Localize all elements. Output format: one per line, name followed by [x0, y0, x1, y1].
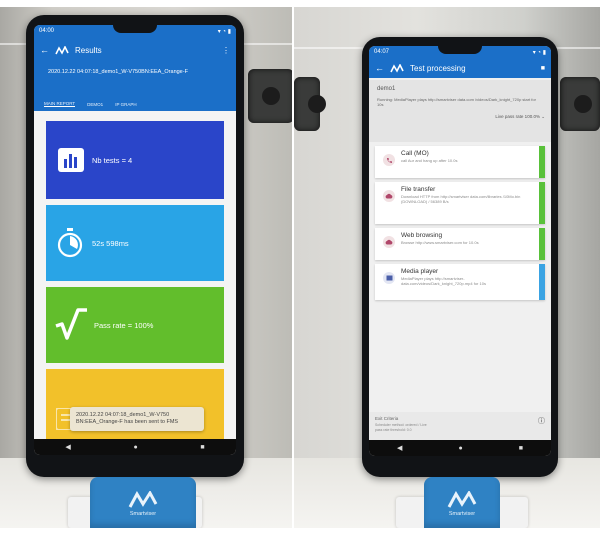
tile-report[interactable] — [46, 369, 224, 443]
status-bar-indicator — [539, 146, 545, 178]
cloud-icon — [383, 190, 395, 202]
back-arrow-icon[interactable]: ← — [375, 63, 384, 73]
smartviser-dock: Smartviser — [90, 477, 196, 528]
dock-brand-text: Smartviser — [129, 511, 157, 517]
app-title: Test processing — [410, 63, 466, 73]
footer-text: Scheduler method: ordered / Live pass ra… — [375, 423, 427, 432]
bar-chart-icon — [58, 148, 84, 172]
status-time: 04:00 — [39, 28, 55, 34]
task-card[interactable]: Media player MediaPlayer plays http://sm… — [375, 264, 545, 300]
wall-socket — [560, 77, 600, 131]
chevron-down-icon[interactable]: ⌄ — [541, 114, 545, 119]
status-time: 04:07 — [374, 49, 390, 55]
left-photo: 04:00 ▾ ◔ ▮ ← Results ⋮ 2020.12.22 04:07… — [0, 7, 292, 528]
smartviser-dock: Smartviser — [424, 477, 500, 528]
nav-home-icon[interactable]: ● — [133, 444, 137, 451]
result-subtitle: 2020.12.22 04:07:18_demo1_W-V750BN:EEA_O… — [48, 69, 188, 75]
info-icon[interactable]: ⓘ — [538, 416, 545, 426]
right-phone: 04:07 ▾ ◔ ▮ ← Test processing ■ demo1 Ru… — [362, 37, 558, 477]
tile-nb-tests[interactable]: Nb tests = 4 — [46, 121, 224, 199]
task-title: Call (MO) — [401, 150, 429, 157]
running-text: Running: MediaPlayer plays http://smartv… — [377, 97, 536, 107]
more-menu-icon[interactable]: ⋮ — [222, 46, 230, 55]
stop-icon[interactable]: ■ — [541, 65, 545, 72]
tile-label: Pass rate = 100% — [94, 320, 154, 330]
status-bar-indicator — [539, 182, 545, 224]
task-title: Web browsing — [401, 232, 443, 239]
status-bar-indicator — [539, 264, 545, 300]
sent-toast: 2020.12.22 04:07:18_demo1_W-V750 BN:EEA_… — [70, 407, 204, 431]
phone-icon — [383, 154, 395, 166]
right-app-bar: ← Test processing ■ — [369, 58, 551, 78]
status-icons: ▾ ◔ ▮ — [532, 49, 546, 56]
android-nav-bar: ◀ ● ■ — [369, 440, 551, 456]
right-photo: 04:07 ▾ ◔ ▮ ← Test processing ■ demo1 Ru… — [294, 7, 600, 528]
wall-socket — [294, 77, 326, 131]
nav-back-icon[interactable]: ◀ — [397, 444, 402, 452]
campaign-panel: demo1 Running: MediaPlayer plays http://… — [369, 80, 551, 142]
nav-recents-icon[interactable]: ■ — [200, 444, 204, 451]
left-phone-screen: 04:00 ▾ ◔ ▮ ← Results ⋮ 2020.12.22 04:07… — [34, 25, 236, 455]
stopwatch-icon — [57, 228, 83, 258]
tab-main-report[interactable]: MAIN REPORT — [44, 101, 76, 107]
nav-recents-icon[interactable]: ■ — [519, 445, 523, 452]
tile-label: 52s 598ms — [92, 238, 129, 248]
task-card[interactable]: File transfer Download HTTP from http://… — [375, 182, 545, 224]
left-app-bar: ← Results ⋮ — [34, 39, 236, 61]
right-phone-screen: 04:07 ▾ ◔ ▮ ← Test processing ■ demo1 Ru… — [369, 46, 551, 456]
tab-demo1[interactable]: DEMO1 — [87, 102, 103, 107]
task-title: File transfer — [401, 186, 436, 193]
task-title: Media player — [401, 268, 439, 275]
nav-back-icon[interactable]: ◀ — [65, 443, 70, 451]
campaign-name: demo1 — [377, 86, 396, 92]
live-pass-rate: Live pass rate 100.0% ⌄ — [495, 114, 545, 120]
dock-brand-text: Smartviser — [448, 511, 476, 517]
status-icons: ▾ ◔ ▮ — [217, 28, 231, 35]
wall-socket — [248, 69, 292, 123]
smartviser-logo-icon — [55, 45, 69, 55]
smartviser-logo-icon — [390, 63, 404, 73]
dock-logo-icon — [128, 491, 158, 508]
tile-pass-rate[interactable]: Pass rate = 100% — [46, 287, 224, 363]
task-card[interactable]: Web browsing Browse http://www.smartvise… — [375, 228, 545, 260]
dock-logo-icon — [447, 491, 477, 508]
tab-bar: MAIN REPORT DEMO1 IP GRAPH — [34, 97, 236, 111]
task-card[interactable]: Call (MO) call Aur and hang up after 10.… — [375, 146, 545, 178]
status-bar-indicator — [539, 228, 545, 260]
exit-criteria-footer: Exit Criteria Scheduler method: ordered … — [369, 412, 551, 440]
task-desc: Browse http://www.smartviser.com for 10.… — [401, 240, 479, 245]
media-icon — [383, 272, 395, 284]
back-arrow-icon[interactable]: ← — [40, 45, 49, 55]
camera-notch — [113, 25, 157, 33]
app-title: Results — [75, 45, 102, 55]
left-phone: 04:00 ▾ ◔ ▮ ← Results ⋮ 2020.12.22 04:07… — [26, 15, 244, 477]
nav-home-icon[interactable]: ● — [458, 445, 462, 452]
android-nav-bar: ◀ ● ■ — [34, 439, 236, 455]
cloud-icon — [383, 236, 395, 248]
task-desc: Download HTTP from http://smartviser dat… — [401, 194, 521, 204]
footer-title: Exit Criteria — [375, 416, 399, 421]
task-desc: MediaPlayer plays http://smartviser-data… — [401, 276, 486, 286]
check-root-icon — [55, 308, 87, 340]
tile-label: Nb tests = 4 — [92, 155, 133, 165]
tab-ip-graph[interactable]: IP GRAPH — [115, 102, 136, 107]
tile-duration[interactable]: 52s 598ms — [46, 205, 224, 281]
pass-rate-text: Live pass rate 100.0% — [495, 114, 540, 119]
camera-notch — [438, 46, 482, 54]
task-desc: call Aur and hang up after 10.0s — [401, 158, 458, 163]
